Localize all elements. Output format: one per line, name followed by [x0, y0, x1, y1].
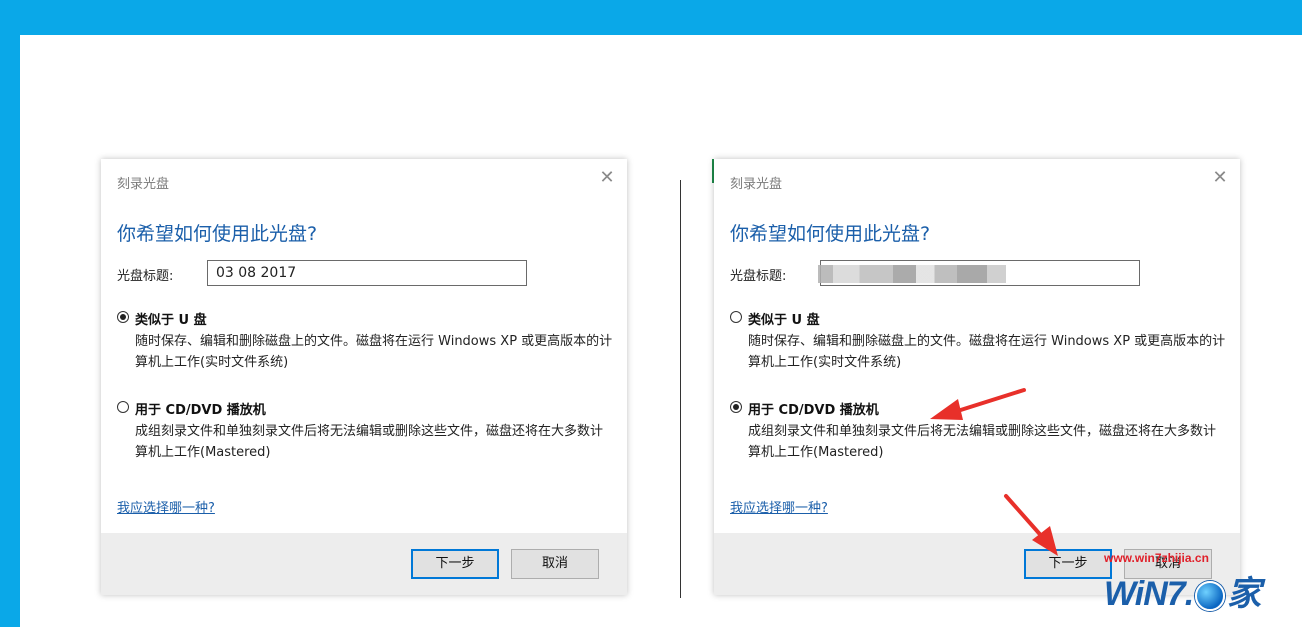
close-icon[interactable]: ✕: [597, 168, 617, 188]
windows-orb-icon: [1195, 581, 1226, 612]
close-icon[interactable]: ✕: [1210, 168, 1230, 188]
option-usb-like-description: 随时保存、编辑和删除磁盘上的文件。磁盘将在运行 Windows XP 或更高版本…: [135, 334, 613, 370]
dialog-title: 刻录光盘: [117, 177, 170, 192]
burn-disc-dialog-left: 刻录光盘 ✕ 你希望如何使用此光盘? 光盘标题: 类似于 U 盘 随时保存、编辑…: [101, 159, 627, 595]
option-cd-dvd-player-label: 用于 CD/DVD 播放机: [748, 403, 879, 418]
divider-line: [680, 180, 681, 598]
watermark-logo-text: WiN7.: [1104, 575, 1194, 613]
dialog-title: 刻录光盘: [730, 177, 783, 192]
burn-disc-dialog-right: 刻录光盘 ✕ 你希望如何使用此光盘? 光盘标题: 类似于 U 盘 随时保存、编辑…: [714, 159, 1240, 595]
help-link[interactable]: 我应选择哪一种?: [730, 497, 828, 516]
next-button[interactable]: 下一步: [1024, 549, 1112, 579]
radio-usb-like[interactable]: [730, 311, 742, 323]
dialog-heading: 你希望如何使用此光盘?: [730, 223, 931, 245]
watermark-url: www.win7zhijia.cn: [1104, 551, 1209, 565]
radio-cd-dvd-player[interactable]: [117, 401, 129, 413]
dialog-titlebar: 刻录光盘 ✕: [101, 159, 627, 199]
blurred-title-text: [818, 265, 1006, 283]
cancel-button[interactable]: 取消: [511, 549, 599, 579]
option-usb-like-description: 随时保存、编辑和删除磁盘上的文件。磁盘将在运行 Windows XP 或更高版本…: [748, 334, 1226, 370]
option-usb-like-label: 类似于 U 盘: [748, 313, 820, 328]
radio-usb-like[interactable]: [117, 311, 129, 323]
disc-title-label: 光盘标题:: [730, 269, 787, 284]
dialog-footer: 下一步 取消: [101, 533, 627, 595]
option-usb-like-label: 类似于 U 盘: [135, 313, 207, 328]
watermark-logo: WiN7. 家: [1104, 566, 1284, 613]
watermark-logo-char: 家: [1227, 575, 1261, 613]
dialog-heading: 你希望如何使用此光盘?: [117, 223, 318, 245]
option-cd-dvd-player-description: 成组刻录文件和单独刻录文件后将无法编辑或删除这些文件，磁盘还将在大多数计算机上工…: [748, 424, 1217, 460]
help-link[interactable]: 我应选择哪一种?: [117, 497, 215, 516]
disc-title-label: 光盘标题:: [117, 269, 174, 284]
disc-title-input[interactable]: [207, 260, 527, 286]
option-cd-dvd-player-description: 成组刻录文件和单独刻录文件后将无法编辑或删除这些文件，磁盘还将在大多数计算机上工…: [135, 424, 604, 460]
option-cd-dvd-player-label: 用于 CD/DVD 播放机: [135, 403, 266, 418]
dialog-titlebar: 刻录光盘 ✕: [714, 159, 1240, 199]
next-button[interactable]: 下一步: [411, 549, 499, 579]
radio-cd-dvd-player[interactable]: [730, 401, 742, 413]
